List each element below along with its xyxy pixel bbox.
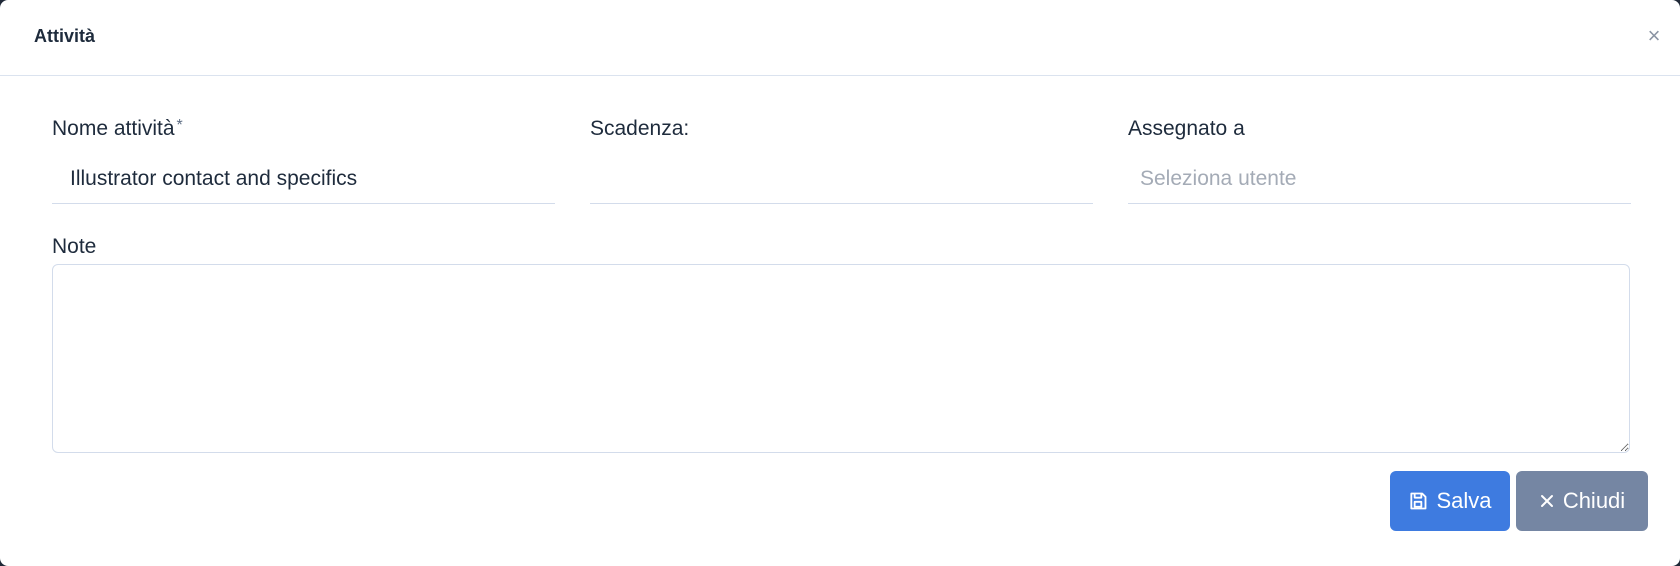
- save-button[interactable]: Salva: [1390, 471, 1510, 531]
- due-label: Scadenza:: [590, 117, 690, 140]
- floppy-disk-icon: [1408, 491, 1428, 511]
- close-icon[interactable]: ×: [1642, 24, 1666, 48]
- save-button-label: Salva: [1436, 488, 1492, 513]
- close-button-label: Chiudi: [1562, 488, 1626, 513]
- notes-textarea[interactable]: [52, 264, 1630, 453]
- activity-modal: Attività × Nome attività* Scadenza: Asse…: [0, 0, 1680, 566]
- notes-label: Note: [52, 235, 97, 258]
- modal-header: Attività ×: [0, 0, 1680, 76]
- assignee-select[interactable]: [1128, 154, 1631, 204]
- name-label: Nome attività *: [52, 117, 183, 141]
- due-date-input[interactable]: [590, 154, 1093, 204]
- close-button[interactable]: Chiudi: [1516, 471, 1648, 531]
- modal-title: Attività: [34, 26, 96, 46]
- x-icon: [1539, 493, 1555, 509]
- name-label-text: Nome attività: [52, 117, 175, 140]
- assignee-label: Assegnato a: [1128, 117, 1245, 140]
- activity-name-input[interactable]: [52, 154, 555, 204]
- required-star: *: [176, 117, 183, 134]
